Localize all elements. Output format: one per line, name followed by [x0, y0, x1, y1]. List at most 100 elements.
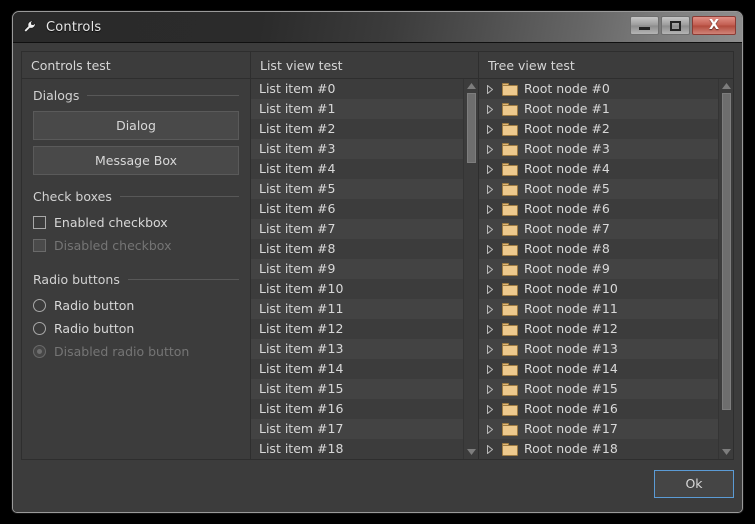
list-item[interactable]: List item #14 [251, 359, 463, 379]
list-item[interactable]: List item #2 [251, 119, 463, 139]
radio-button-row-2[interactable]: Radio button [33, 318, 239, 339]
list-item[interactable]: List item #3 [251, 139, 463, 159]
tree-node[interactable]: Root node #5 [479, 179, 718, 199]
scroll-down-icon[interactable] [719, 445, 733, 459]
expand-arrow-icon[interactable] [487, 424, 496, 434]
maximize-button[interactable] [661, 16, 690, 35]
radio-icon[interactable] [33, 299, 46, 312]
expand-arrow-icon[interactable] [487, 284, 496, 294]
expand-arrow-icon[interactable] [487, 204, 496, 214]
expand-arrow-icon[interactable] [487, 104, 496, 114]
scroll-up-icon[interactable] [719, 79, 733, 93]
scrollbar-thumb[interactable] [467, 93, 476, 164]
list-item[interactable]: List item #7 [251, 219, 463, 239]
dialog-button[interactable]: Dialog [33, 111, 239, 140]
expand-arrow-icon[interactable] [487, 244, 496, 254]
tree-node[interactable]: Root node #7 [479, 219, 718, 239]
tree-view-group: Tree view test Root node #0 Root node #1 R… [479, 52, 733, 459]
tree-node-label: Root node #13 [524, 341, 618, 356]
close-button[interactable]: X [692, 16, 736, 35]
list-item[interactable]: List item #11 [251, 299, 463, 319]
scroll-up-icon[interactable] [464, 79, 478, 93]
tree-node[interactable]: Root node #14 [479, 359, 718, 379]
list-item[interactable]: List item #0 [251, 79, 463, 99]
expand-arrow-icon[interactable] [487, 184, 496, 194]
disabled-checkbox-row: Disabled checkbox [33, 235, 239, 256]
list-item[interactable]: List item #6 [251, 199, 463, 219]
expand-arrow-icon[interactable] [487, 324, 496, 334]
list-view-body: List item #0 List item #1 List item #2 List… [251, 79, 478, 459]
expand-arrow-icon[interactable] [487, 124, 496, 134]
expand-arrow-icon[interactable] [487, 304, 496, 314]
tree-node[interactable]: Root node #10 [479, 279, 718, 299]
expand-arrow-icon[interactable] [487, 84, 496, 94]
list-item[interactable]: List item #1 [251, 99, 463, 119]
radio-button-row-1[interactable]: Radio button [33, 295, 239, 316]
folder-icon [502, 222, 518, 236]
tree-node[interactable]: Root node #12 [479, 319, 718, 339]
section-divider [87, 95, 239, 96]
tree-node[interactable]: Root node #2 [479, 119, 718, 139]
radio-icon[interactable] [33, 322, 46, 335]
message-box-button[interactable]: Message Box [33, 146, 239, 175]
list-view-title: List view test [251, 52, 478, 79]
tree-view-scrollbar[interactable] [718, 79, 733, 459]
tree-node[interactable]: Root node #11 [479, 299, 718, 319]
tree-node[interactable]: Root node #0 [479, 79, 718, 99]
tree-node[interactable]: Root node #15 [479, 379, 718, 399]
scrollbar-thumb[interactable] [722, 93, 731, 410]
expand-arrow-icon[interactable] [487, 444, 496, 454]
disabled-radio-button-label: Disabled radio button [54, 344, 190, 359]
expand-arrow-icon[interactable] [487, 144, 496, 154]
tree-node[interactable]: Root node #4 [479, 159, 718, 179]
radio-button-label-1: Radio button [54, 298, 135, 313]
minimize-button[interactable] [630, 16, 659, 35]
expand-arrow-icon[interactable] [487, 344, 496, 354]
tree-node[interactable]: Root node #18 [479, 439, 718, 459]
list-view[interactable]: List item #0 List item #1 List item #2 List… [251, 79, 463, 459]
list-item[interactable]: List item #8 [251, 239, 463, 259]
tree-node[interactable]: Root node #9 [479, 259, 718, 279]
list-item[interactable]: List item #15 [251, 379, 463, 399]
tree-node-label: Root node #0 [524, 81, 610, 96]
folder-icon [502, 182, 518, 196]
tree-node[interactable]: Root node #3 [479, 139, 718, 159]
list-item[interactable]: List item #13 [251, 339, 463, 359]
tree-node[interactable]: Root node #17 [479, 419, 718, 439]
section-divider [127, 279, 239, 280]
tree-node-label: Root node #15 [524, 381, 618, 396]
folder-icon [502, 382, 518, 396]
expand-arrow-icon[interactable] [487, 384, 496, 394]
checkbox-icon [33, 239, 46, 252]
tree-node[interactable]: Root node #1 [479, 99, 718, 119]
title-bar[interactable]: Controls X [13, 12, 742, 43]
list-item[interactable]: List item #9 [251, 259, 463, 279]
list-item[interactable]: List item #16 [251, 399, 463, 419]
list-view-scrollbar[interactable] [463, 79, 478, 459]
tree-node-label: Root node #9 [524, 261, 610, 276]
list-item[interactable]: List item #4 [251, 159, 463, 179]
list-item[interactable]: List item #12 [251, 319, 463, 339]
list-item[interactable]: List item #17 [251, 419, 463, 439]
tree-view-title: Tree view test [479, 52, 733, 79]
ok-button[interactable]: Ok [654, 470, 734, 498]
tree-node[interactable]: Root node #8 [479, 239, 718, 259]
folder-icon [502, 402, 518, 416]
list-item[interactable]: List item #18 [251, 439, 463, 459]
expand-arrow-icon[interactable] [487, 404, 496, 414]
expand-arrow-icon[interactable] [487, 224, 496, 234]
tree-view[interactable]: Root node #0 Root node #1 Root node #2 Root… [479, 79, 718, 459]
tree-node[interactable]: Root node #16 [479, 399, 718, 419]
expand-arrow-icon[interactable] [487, 264, 496, 274]
expand-arrow-icon[interactable] [487, 364, 496, 374]
list-item[interactable]: List item #10 [251, 279, 463, 299]
tree-node[interactable]: Root node #6 [479, 199, 718, 219]
scroll-down-icon[interactable] [464, 445, 478, 459]
tree-node-label: Root node #5 [524, 181, 610, 196]
enabled-checkbox-row[interactable]: Enabled checkbox [33, 212, 239, 233]
list-item[interactable]: List item #5 [251, 179, 463, 199]
expand-arrow-icon[interactable] [487, 164, 496, 174]
tree-node[interactable]: Root node #13 [479, 339, 718, 359]
tree-node-label: Root node #14 [524, 361, 618, 376]
checkbox-icon[interactable] [33, 216, 46, 229]
